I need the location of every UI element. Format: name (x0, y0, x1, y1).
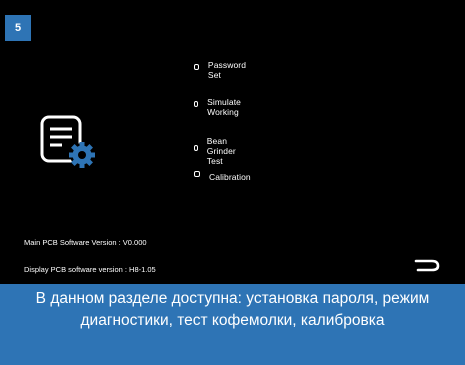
step-number-badge: 5 (5, 15, 31, 41)
menu-item-label: Simulate Working (207, 97, 241, 117)
device-screen: 5 Password Set Simulate Working Bean Gri… (0, 0, 465, 284)
caption-text: В данном разделе доступна: установка пар… (0, 284, 465, 365)
menu-item-bean-grinder-test[interactable]: Bean Grinder Test (194, 136, 238, 166)
menu-item-label: Password Set (207, 60, 247, 80)
main-pcb-version: Main PCB Software Version : V0.000 (24, 238, 147, 247)
display-pcb-version: Display PCB software version : H8-1.05 (24, 265, 156, 274)
return-arrow-icon[interactable] (412, 256, 442, 272)
menu-item-simulate-working[interactable]: Simulate Working (194, 97, 243, 117)
menu-item-calibration[interactable]: Calibration (194, 171, 251, 182)
menu-item-label: Calibration (209, 172, 251, 182)
document-gear-icon (40, 115, 95, 168)
square-bullet-icon (194, 171, 200, 177)
square-bullet-icon (194, 101, 199, 107)
square-bullet-icon (194, 64, 199, 70)
square-bullet-icon (194, 145, 198, 151)
menu-item-password-set[interactable]: Password Set (194, 60, 247, 80)
menu-item-label: Bean Grinder Test (206, 136, 236, 166)
